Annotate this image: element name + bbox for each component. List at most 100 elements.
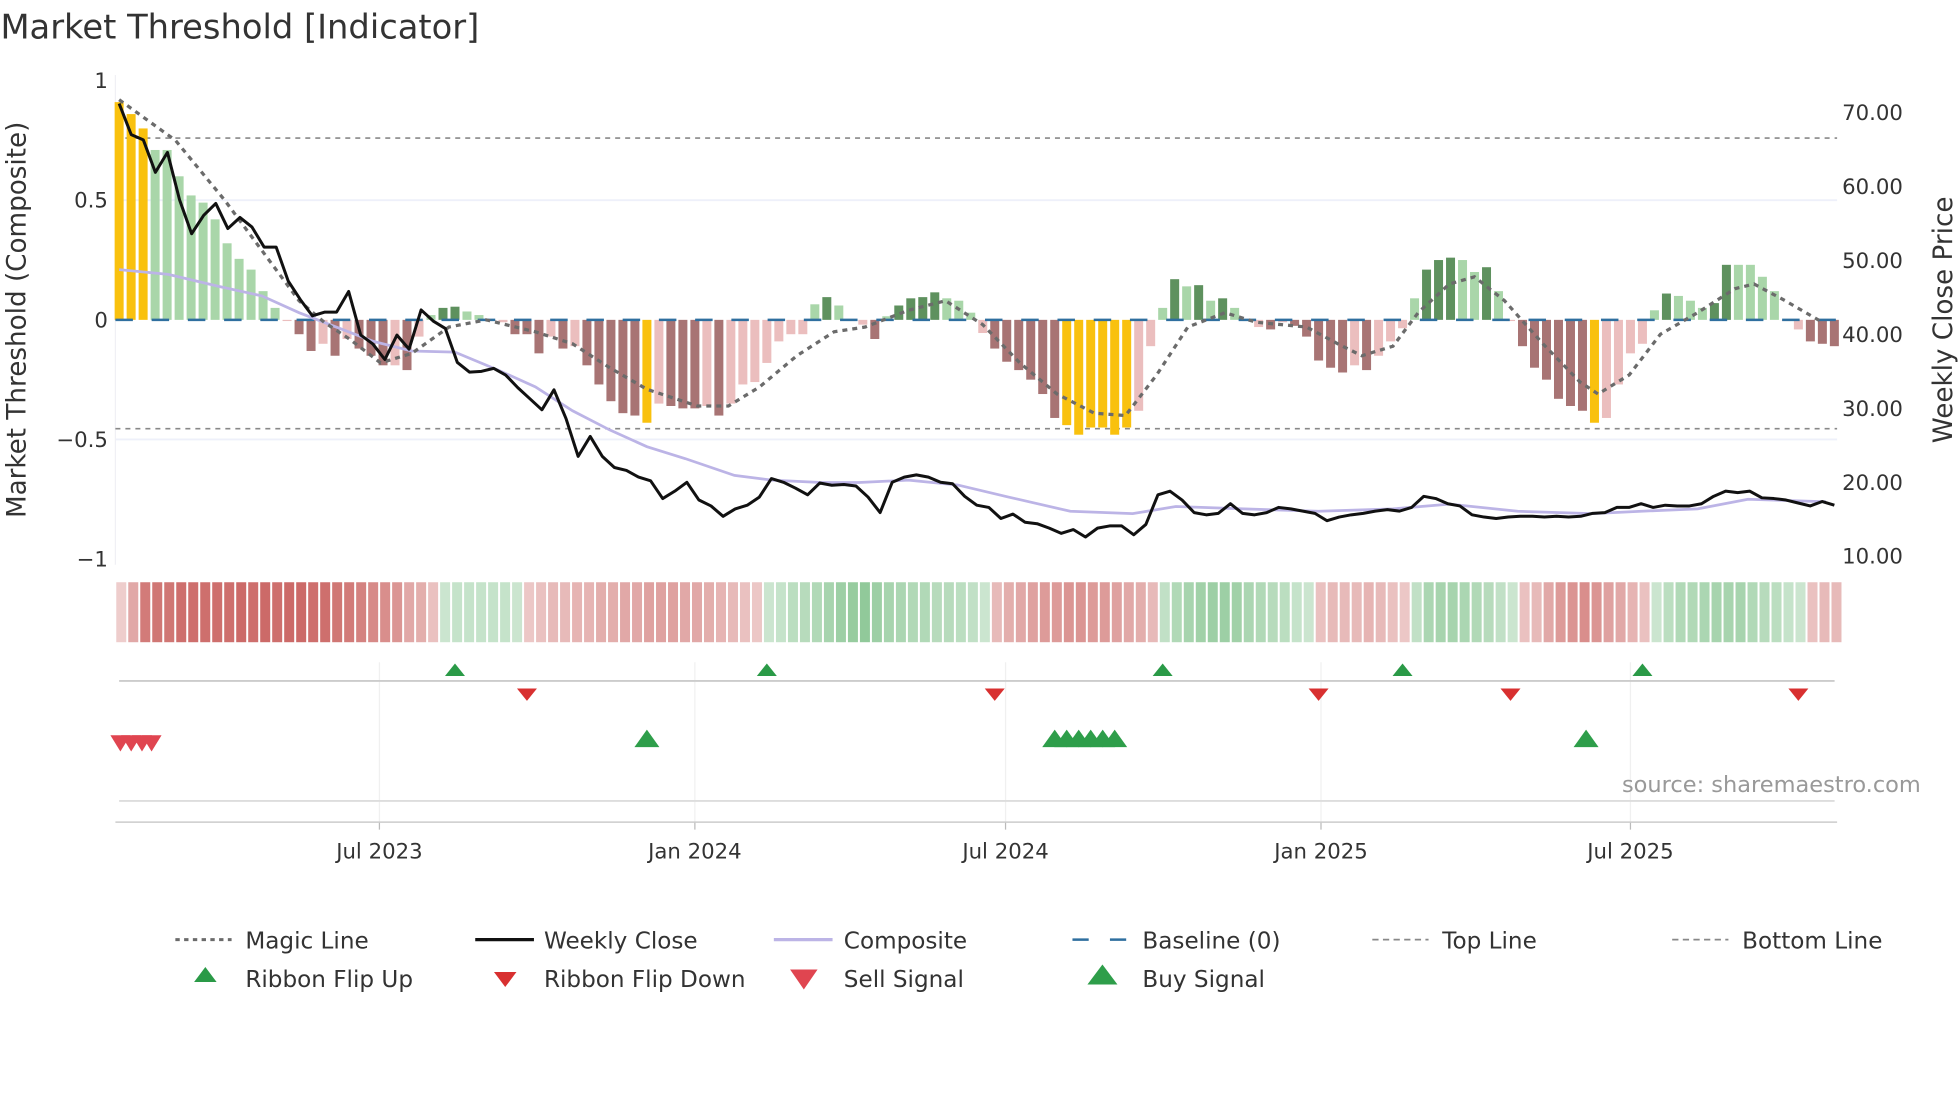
ribbon-stripe	[1255, 582, 1266, 643]
left-tick-label: −1	[77, 548, 108, 573]
histogram-bar	[618, 319, 628, 414]
histogram-bar	[1314, 319, 1324, 361]
left-tick-label: 0	[94, 308, 108, 333]
ribbon-stripe	[1555, 582, 1566, 643]
ribbon-stripe	[1447, 582, 1458, 643]
x-tick-label: Jul 2023	[334, 839, 422, 864]
ribbon-stripe	[931, 582, 942, 643]
ribbon-stripe	[452, 582, 463, 643]
magic-line	[118, 98, 1824, 418]
chart-title: Market Threshold [Indicator]	[0, 8, 479, 47]
histogram-bar	[1182, 286, 1192, 320]
x-tick-label: Jan 2024	[646, 839, 742, 864]
ribbon-stripe	[1315, 582, 1326, 643]
legend-item-baseline-0: Baseline (0)	[1072, 928, 1280, 954]
ribbon-stripe	[584, 582, 595, 643]
ribbon-stripe	[248, 582, 259, 643]
right-axis-label: Weekly Close Price	[1929, 197, 1959, 444]
ribbon-stripe	[907, 582, 918, 643]
ribbon-stripe	[368, 582, 379, 643]
ribbon-stripe	[164, 582, 175, 643]
ribbon-stripe	[1087, 582, 1098, 643]
histogram-bars	[114, 102, 1839, 435]
ribbon-stripe	[428, 582, 439, 643]
ribbon-stripe	[236, 582, 247, 643]
ribbon-stripe	[560, 582, 571, 643]
histogram-bar	[990, 319, 1000, 349]
ribbon-flip-down-marker	[1500, 688, 1521, 701]
left-tick-label: 0.5	[74, 189, 108, 214]
legend-item-ribbon-flip-down: Ribbon Flip Down	[493, 967, 746, 993]
ribbon-stripe	[656, 582, 667, 643]
histogram-bar	[126, 114, 136, 320]
ribbon-stripe	[380, 582, 391, 643]
histogram-bar	[1134, 319, 1144, 411]
ribbon-stripe	[668, 582, 679, 643]
ribbon-stripe	[596, 582, 607, 643]
triangle-up-icon	[194, 967, 217, 983]
histogram-bar	[1745, 264, 1755, 320]
signal-panel	[110, 663, 1838, 823]
ribbon-stripe	[1015, 582, 1026, 643]
ribbon-stripe	[1435, 582, 1446, 643]
ribbon-stripe	[1627, 582, 1638, 643]
legend-label: Bottom Line	[1742, 928, 1882, 954]
histogram-bar	[810, 304, 820, 320]
triangle-down-icon	[493, 972, 517, 988]
ribbon-stripe	[332, 582, 343, 643]
histogram-bar	[1530, 319, 1539, 368]
histogram-bar	[1398, 319, 1408, 329]
histogram-bar	[1446, 257, 1456, 320]
histogram-bar	[1434, 260, 1444, 320]
legend-label: Composite	[844, 928, 967, 954]
ribbon-stripe	[416, 582, 427, 643]
histogram-bar	[294, 319, 304, 335]
histogram-bar	[702, 319, 712, 406]
ribbon-stripe	[488, 582, 499, 643]
ribbon-stripe	[128, 582, 139, 643]
histogram-bar	[1002, 319, 1012, 362]
ribbon-stripe	[943, 582, 954, 643]
histogram-bar	[678, 319, 688, 409]
ribbon-stripe	[1171, 582, 1182, 643]
legend-item-ribbon-flip-up: Ribbon Flip Up	[194, 967, 413, 993]
histogram-bar	[1793, 319, 1803, 330]
right-tick-label: 10.00	[1842, 545, 1903, 570]
ribbon-stripe	[859, 582, 870, 643]
ribbon-stripe	[512, 582, 523, 643]
ribbon-stripe	[1339, 582, 1350, 643]
ribbon-flip-up-marker	[1392, 663, 1413, 676]
triangle-up-icon	[1087, 964, 1118, 985]
ribbon-stripe	[284, 582, 295, 643]
histogram-bar	[690, 319, 700, 409]
x-tick-label: Jul 2025	[1585, 839, 1673, 864]
source-label: source: sharemaestro.com	[1622, 772, 1921, 798]
histogram-bar	[738, 319, 748, 385]
histogram-bar	[1733, 264, 1743, 320]
ribbon-stripe	[1567, 582, 1578, 643]
histogram-bar	[774, 319, 784, 342]
legend-item-buy-signal: Buy Signal	[1087, 964, 1265, 993]
ribbon-stripe	[1603, 582, 1614, 643]
ribbon-stripe	[1819, 582, 1830, 643]
ribbon-stripe	[608, 582, 619, 643]
legend-item-sell-signal: Sell Signal	[790, 967, 964, 993]
ribbon-stripe	[392, 582, 403, 643]
histogram-bar	[1482, 267, 1492, 320]
ribbon-stripe	[1615, 582, 1626, 643]
legend-item-bottom-line: Bottom Line	[1672, 928, 1882, 954]
left-axis-label: Market Threshold (Composite)	[2, 122, 32, 518]
left-tick-label: −0.5	[56, 428, 108, 453]
ribbon-stripe	[176, 582, 187, 643]
histogram-bar	[1601, 319, 1611, 418]
ribbon-stripe	[775, 582, 786, 643]
histogram-bar	[1350, 319, 1360, 366]
histogram-bar	[726, 319, 736, 404]
ribbon-stripe	[751, 582, 762, 643]
histogram-bar	[114, 102, 124, 320]
histogram-bar	[1541, 319, 1551, 380]
ribbon-stripe	[1807, 582, 1818, 643]
ribbon-stripe	[1183, 582, 1194, 643]
histogram-bar	[1146, 319, 1156, 347]
ribbon-stripe	[548, 582, 559, 643]
